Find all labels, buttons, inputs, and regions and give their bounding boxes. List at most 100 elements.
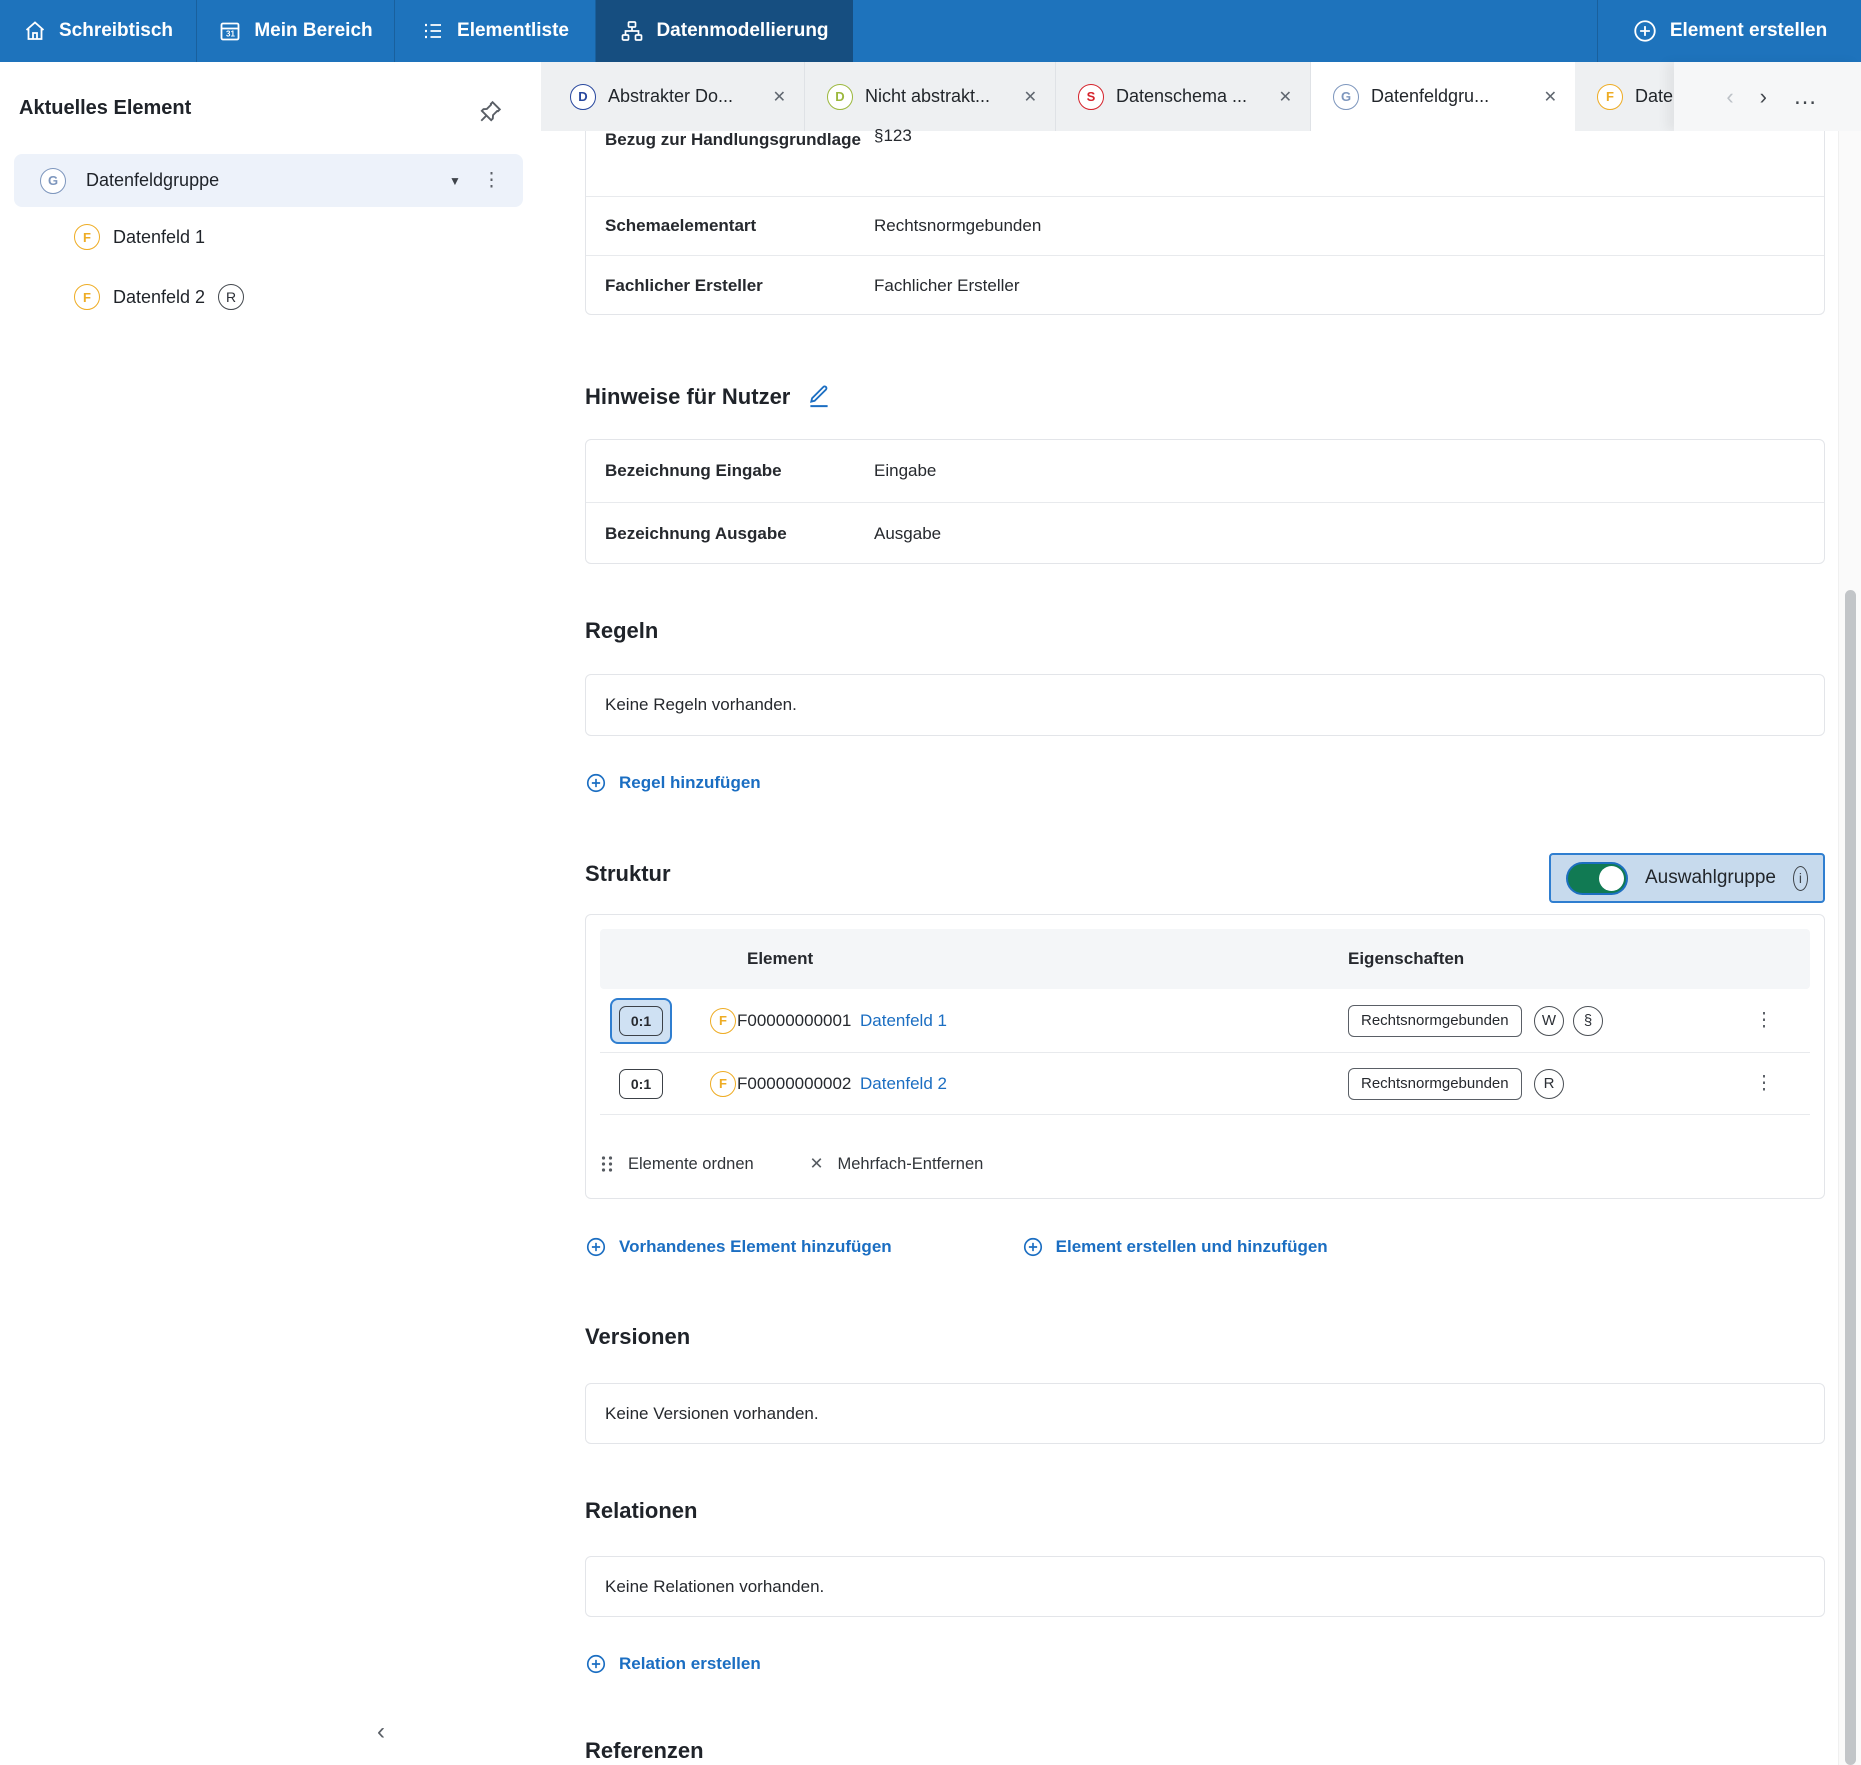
tabs-more-icon[interactable]: … [1793,83,1819,111]
main-content: Bezug zur Handlungsgrundlage §123 Schema… [541,131,1861,1765]
cardinality-chip[interactable]: 0:1 [619,1069,663,1099]
nav-item-datenmodellierung[interactable]: Datenmodellierung [596,0,853,62]
tab-datenschema[interactable]: S Datenschema ... ✕ [1056,62,1311,131]
sitemap-icon [620,19,644,43]
vorhandenes-element-hinzufuegen-button[interactable]: Vorhandenes Element hinzufügen [585,1236,892,1258]
sidebar-item-label: Datenfeld 2 [113,287,205,308]
mehrfach-entfernen-button[interactable]: ✕ Mehrfach-Entfernen [810,1154,984,1174]
sidebar-item-datenfeldgruppe[interactable]: G Datenfeldgruppe ▼ ⋮ [14,154,523,207]
action-label: Elemente ordnen [628,1155,754,1174]
sidebar-aktuelles-element: Aktuelles Element G Datenfeldgruppe ▼ ⋮ … [0,62,541,1765]
empty-text: Keine Regeln vorhanden. [605,695,797,715]
relationen-empty-card: Keine Relationen vorhanden. [585,1556,1825,1617]
hinweise-value: Eingabe [874,461,936,481]
element-erstellen-button[interactable]: Element erstellen [1597,0,1861,62]
table-row: 0:1 F F00000000002 Datenfeld 2 Rechtsnor… [600,1052,1810,1115]
section-heading-regeln: Regeln [585,618,1825,644]
detail-label: Fachlicher Ersteller [605,272,874,300]
link-label: Relation erstellen [619,1654,761,1674]
row-kebab-icon[interactable]: ⋮ [1752,1072,1776,1095]
detail-value: §123 [874,126,912,146]
toggle-switch-on[interactable] [1566,862,1628,895]
hinweise-label: Bezeichnung Eingabe [605,457,874,485]
heading-text: Relationen [585,1498,697,1524]
section-heading-hinweise: Hinweise für Nutzer [585,383,1825,411]
nav-item-elementliste[interactable]: Elementliste [395,0,596,62]
sidebar-item-datenfeld-2[interactable]: F Datenfeld 2 R [74,282,244,312]
edit-pencil-icon[interactable] [806,383,832,411]
close-icon[interactable]: ✕ [1008,87,1037,107]
tab-datenfeldgruppe-active[interactable]: G Datenfeldgru... ✕ [1311,62,1575,131]
reference-badge: R [218,284,244,310]
pin-icon[interactable] [476,98,504,126]
scrollbar-thumb[interactable] [1845,590,1856,1765]
empty-text: Keine Relationen vorhanden. [605,1577,824,1597]
document-tabbar: D Abstrakter Do... ✕ D Nicht abstrakt...… [541,62,1861,131]
field-letter-icon: F [74,284,100,310]
heading-text: Regeln [585,618,658,644]
top-navigation: Schreibtisch 31 Mein Bereich Elementlist… [0,0,1861,62]
element-name-link[interactable]: Datenfeld 2 [860,1074,947,1094]
regeln-empty-card: Keine Regeln vorhanden. [585,674,1825,736]
row-kebab-icon[interactable]: ⋮ [1752,1009,1776,1032]
auswahlgruppe-toggle-box[interactable]: Auswahlgruppe i [1549,853,1825,903]
link-label: Vorhandenes Element hinzufügen [619,1237,892,1257]
nav-item-mein-bereich[interactable]: 31 Mein Bereich [197,0,395,62]
relation-erstellen-link-row: Relation erstellen [585,1653,1825,1680]
detail-value: Rechtsnormgebunden [874,216,1041,236]
hinweise-value: Ausgabe [874,524,941,544]
calendar-icon: 31 [218,19,242,43]
chevron-down-icon[interactable]: ▼ [449,154,461,207]
link-label: Element erstellen und hinzufügen [1056,1237,1328,1257]
plus-circle-icon [585,772,607,794]
kebab-menu-icon[interactable]: ⋮ [482,154,501,207]
heading-text: Versionen [585,1324,690,1350]
detail-label: Schemaelementart [605,212,874,240]
info-icon[interactable]: i [1793,866,1808,891]
tabs-scroll-right-icon[interactable]: › [1760,84,1767,110]
tab-label: Nicht abstrakt... [865,86,990,107]
column-header-element: Element [747,949,813,969]
element-id: F00000000001 [737,1011,851,1031]
hinweise-row: Bezeichnung Ausgabe Ausgabe [586,502,1824,564]
close-icon[interactable]: ✕ [1528,87,1557,107]
scrollbar-track[interactable] [1838,131,1861,1765]
detail-row: Schemaelementart Rechtsnormgebunden [586,196,1824,255]
hinweise-label: Bezeichnung Ausgabe [605,520,874,548]
svg-text:31: 31 [226,30,235,39]
tab-abstrakter-dokument[interactable]: D Abstrakter Do... ✕ [548,62,805,131]
section-heading-relationen: Relationen [585,1498,1825,1524]
nav-label: Element erstellen [1670,20,1827,42]
heading-text: Struktur [585,861,671,887]
regel-hinzufuegen-button[interactable]: Regel hinzufügen [585,772,761,794]
table-row: 0:1 F F00000000001 Datenfeld 1 Rechtsnor… [600,989,1810,1052]
nav-label: Mein Bereich [254,20,372,42]
element-erstellen-und-hinzufuegen-button[interactable]: Element erstellen und hinzufügen [1022,1236,1328,1258]
schemaelementart-chip: Rechtsnormgebunden [1348,1005,1522,1037]
link-label: Regel hinzufügen [619,773,761,793]
property-badges: W § [1534,1006,1603,1036]
tab-nicht-abstrakt[interactable]: D Nicht abstrakt... ✕ [805,62,1056,131]
close-icon[interactable]: ✕ [757,87,786,107]
field-letter-icon: F [1597,84,1623,110]
struktur-add-links-row: Vorhandenes Element hinzufügen Element e… [585,1236,1825,1258]
group-letter-icon: G [40,168,66,194]
plus-circle-icon [585,1653,607,1675]
heading-text: Referenzen [585,1738,704,1764]
field-letter-icon: F [710,1008,736,1034]
element-id: F00000000002 [737,1074,851,1094]
element-name-link[interactable]: Datenfeld 1 [860,1011,947,1031]
elemente-ordnen-button[interactable]: Elemente ordnen [600,1155,754,1174]
sidebar-item-datenfeld-1[interactable]: F Datenfeld 1 [74,222,205,252]
relation-erstellen-button[interactable]: Relation erstellen [585,1653,761,1675]
paragraph-badge: § [1573,1006,1603,1036]
cardinality-chip-selected[interactable]: 0:1 [610,998,672,1044]
nav-label: Schreibtisch [59,20,173,42]
r-badge: R [1534,1069,1564,1099]
sidebar-collapse-icon[interactable]: ‹ [368,1717,394,1747]
tab-label: Abstrakter Do... [608,86,733,107]
heading-text: Hinweise für Nutzer [585,384,790,410]
close-icon[interactable]: ✕ [1263,87,1292,107]
tabs-scroll-left-icon[interactable]: ‹ [1726,84,1733,110]
nav-item-schreibtisch[interactable]: Schreibtisch [0,0,197,62]
